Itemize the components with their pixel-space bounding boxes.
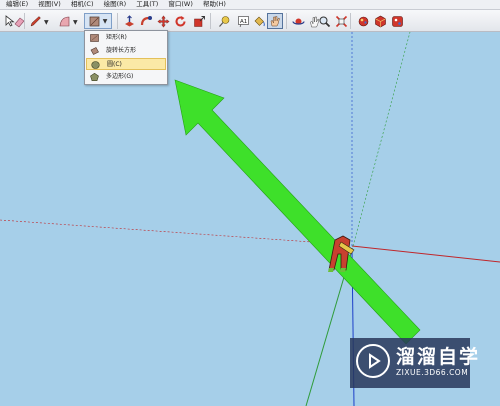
push-pull-icon (124, 14, 134, 26)
menu-item-polygon[interactable]: 多边形(G) (86, 71, 166, 83)
rotate-tool-button[interactable] (172, 13, 188, 29)
menu-draw[interactable]: 绘图(R) (104, 0, 127, 9)
pencil-tool-button[interactable] (27, 13, 43, 29)
watermark: 溜溜自学 ZIXUE.3D66.COM (350, 338, 478, 388)
push-pull-tool-button[interactable] (121, 13, 137, 29)
styles-button[interactable] (389, 13, 405, 29)
red-axis (351, 245, 500, 263)
arc-icon (59, 16, 69, 26)
paint-bucket-icon (254, 16, 265, 26)
menu-item-rotated-rectangle[interactable]: 旋转长方形 (86, 45, 166, 57)
materials-icon (374, 15, 386, 27)
components-button[interactable] (355, 13, 371, 29)
rotate-icon (175, 15, 185, 26)
menu-window[interactable]: 窗口(W) (168, 0, 193, 9)
rectangle-tool-button[interactable]: ▼ (84, 13, 112, 29)
menu-edit[interactable]: 编辑(E) (6, 0, 28, 9)
green-arrow (174, 79, 421, 345)
zoom-icon (319, 16, 330, 27)
main-toolbar: ▼ ▼ ▼ A1 (0, 10, 500, 32)
orbit-tool-button[interactable] (290, 13, 306, 29)
polygon-icon (90, 73, 99, 81)
arc-dropdown-arrow[interactable]: ▼ (73, 19, 78, 26)
watermark-url: ZIXUE.3D66.COM (396, 368, 469, 377)
text-icon: A1 (237, 15, 249, 27)
move-icon (156, 14, 170, 28)
rotated-rectangle-icon (90, 47, 99, 55)
rectangle-icon (90, 34, 99, 42)
styles-icon (391, 15, 403, 27)
play-logo-icon (356, 344, 390, 378)
scale-icon (193, 15, 205, 27)
menu-view[interactable]: 视图(V) (38, 0, 61, 9)
menu-bar: 编辑(E) 视图(V) 相机(C) 绘图(R) 工具(T) 窗口(W) 帮助(H… (0, 0, 500, 10)
paint-bucket-tool-button[interactable] (251, 13, 267, 29)
shape-dropdown-menu: 矩形(R) 旋转长方形 圆(C) 多边形(G) (84, 30, 168, 85)
scale-tool-button[interactable] (191, 13, 207, 29)
tape-measure-tool-button[interactable] (216, 13, 232, 29)
rectangle-icon (89, 16, 100, 26)
tape-measure-icon (218, 15, 229, 27)
hand-icon (270, 16, 280, 27)
zoom-extents-tool-button[interactable] (333, 13, 349, 29)
pencil-dropdown-arrow[interactable]: ▼ (44, 19, 49, 26)
menu-item-circle[interactable]: 圆(C) (86, 58, 166, 70)
zoom-tool-button[interactable] (316, 13, 332, 29)
materials-button[interactable] (372, 13, 388, 29)
menu-item-rectangle[interactable]: 矩形(R) (86, 32, 166, 44)
watermark-title: 溜溜自学 (396, 346, 481, 368)
text-tool-button[interactable]: A1 (235, 13, 251, 29)
menu-camera[interactable]: 相机(C) (71, 0, 94, 9)
menu-help[interactable]: 帮助(H) (203, 0, 226, 9)
zoom-extents-icon (335, 15, 347, 27)
follow-me-tool-button[interactable] (138, 13, 154, 29)
follow-me-icon (140, 15, 152, 25)
components-icon (358, 16, 368, 26)
svg-text:A1: A1 (240, 19, 247, 25)
arc-tool-button[interactable] (56, 13, 72, 29)
orbit-icon (291, 18, 305, 25)
circle-icon (91, 61, 100, 69)
interact-tool-button[interactable] (267, 13, 283, 29)
red-axis-dashed (0, 219, 341, 245)
pencil-icon (30, 15, 41, 26)
green-axis-dashed (351, 32, 411, 251)
menu-tools[interactable]: 工具(T) (136, 0, 158, 9)
move-tool-button[interactable] (155, 13, 171, 29)
rectangle-dropdown-arrow[interactable]: ▼ (103, 18, 108, 25)
